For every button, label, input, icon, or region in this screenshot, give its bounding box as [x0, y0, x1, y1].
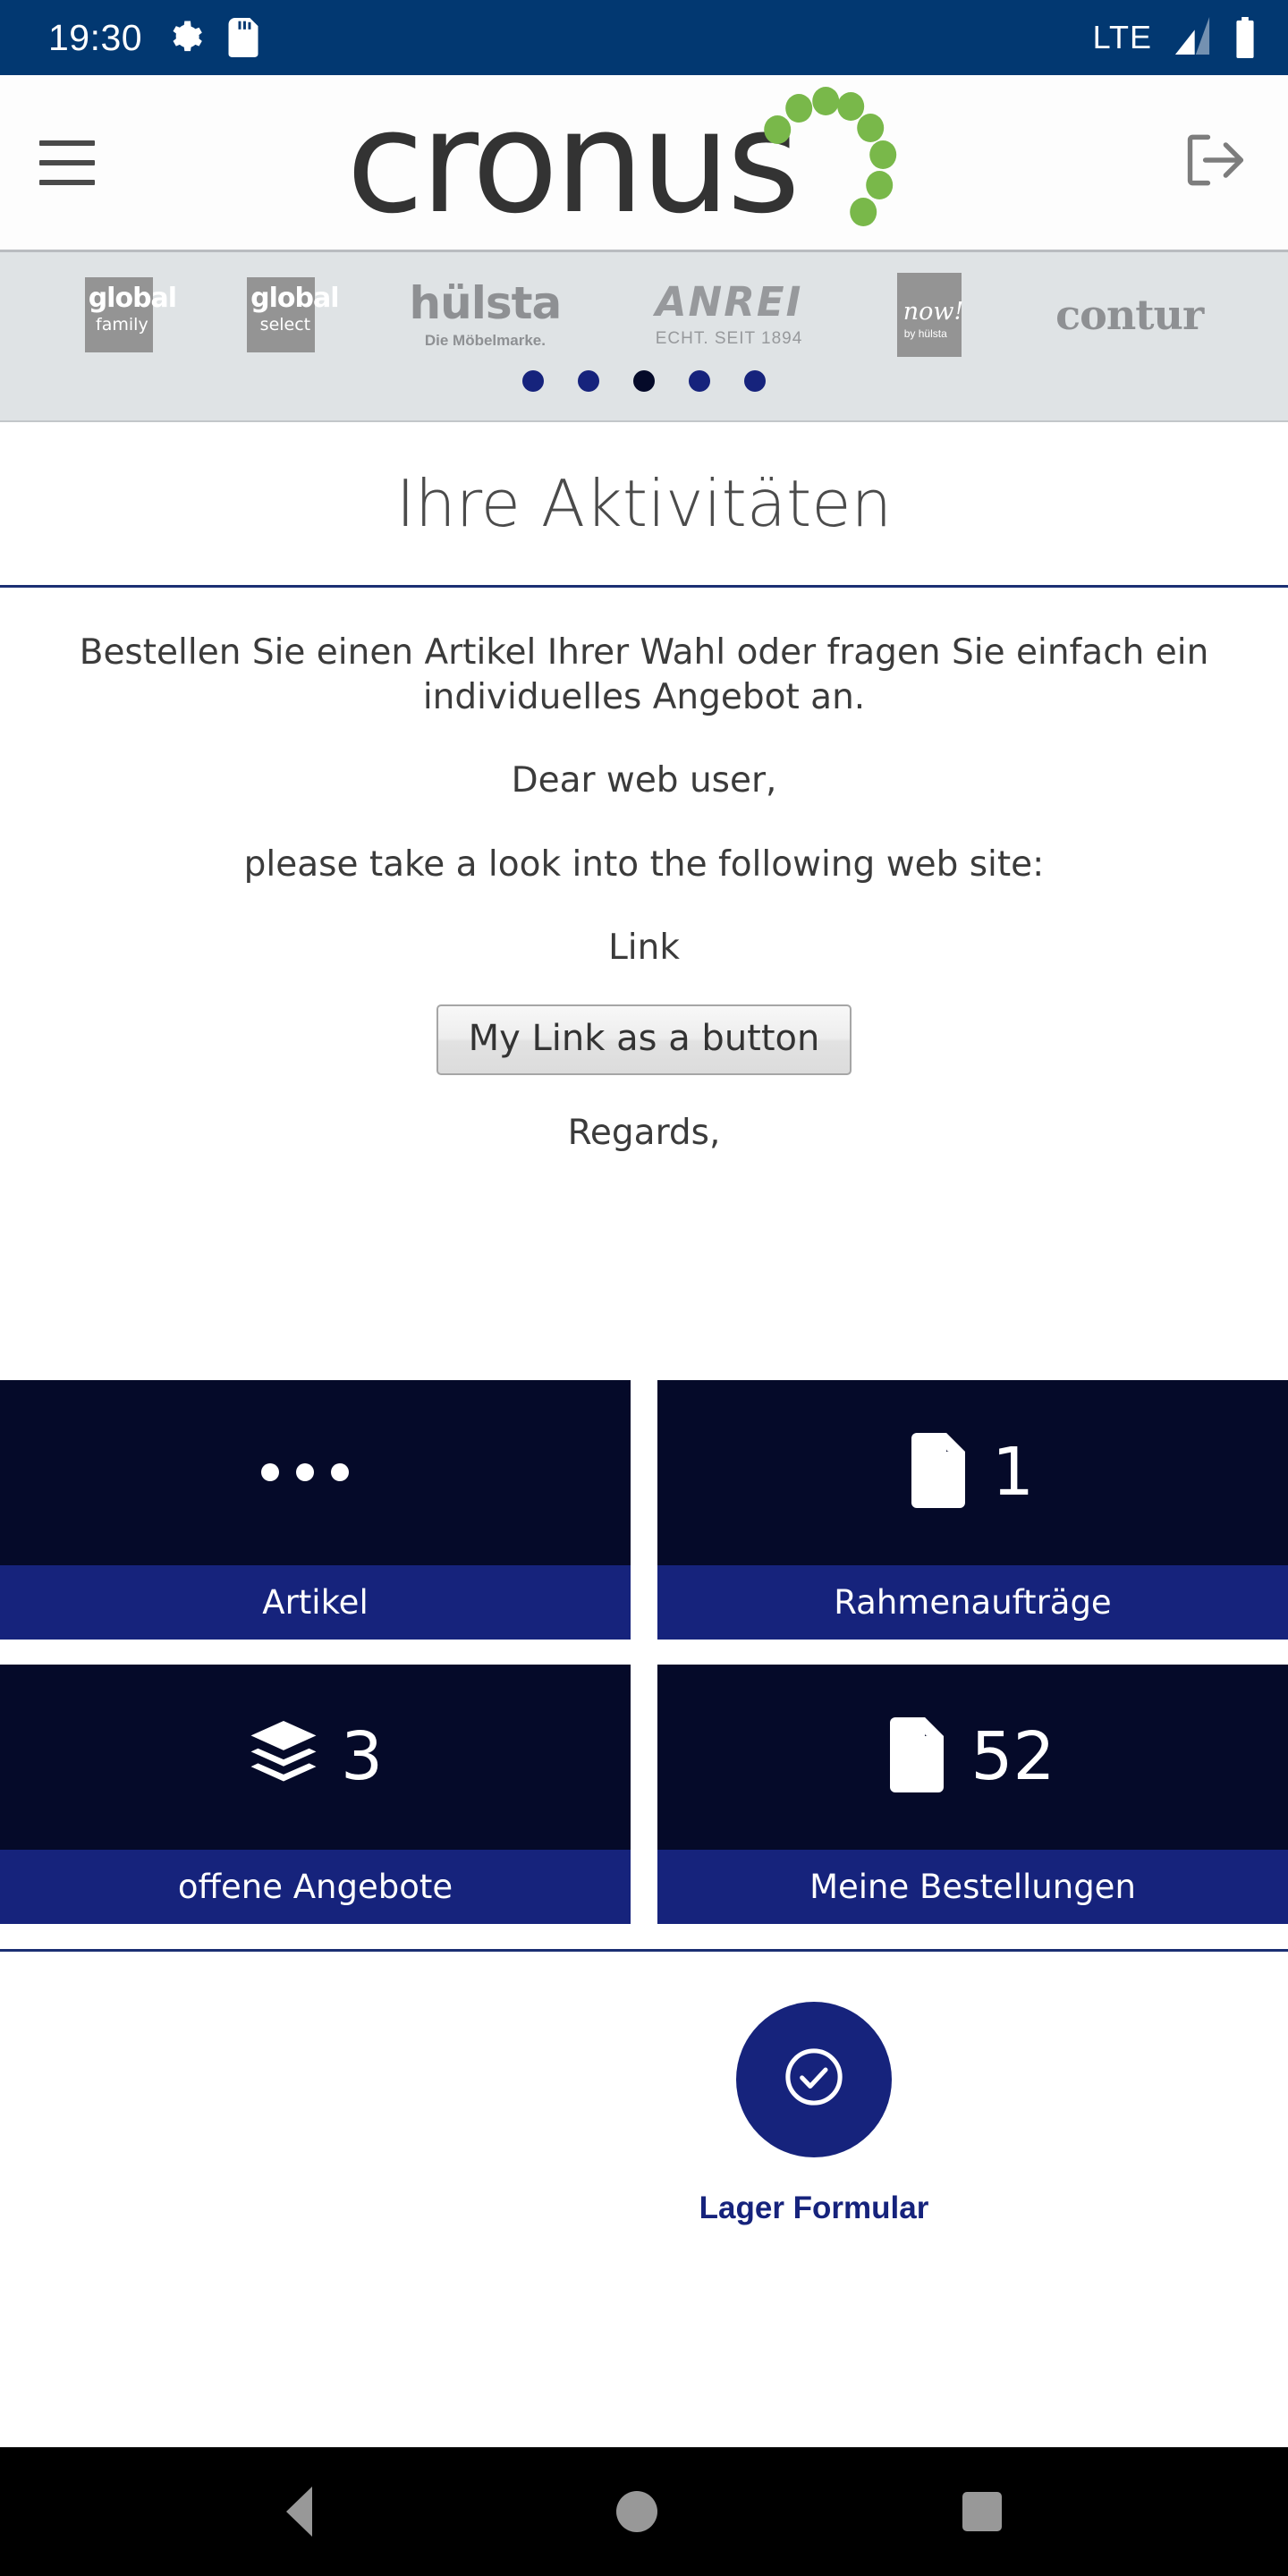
tile-count: 52	[970, 1718, 1055, 1796]
brand-logo-row: global family global select hülsta Die M…	[0, 252, 1288, 367]
brand-logo-global-select[interactable]: global select	[247, 277, 340, 352]
tile-body: 3	[0, 1664, 631, 1850]
tile-count: 3	[340, 1718, 384, 1796]
tile-offene-angebote[interactable]: 3 offene Angebote	[0, 1664, 631, 1924]
recents-icon[interactable]	[962, 2492, 1002, 2531]
status-bar-right: LTE	[1092, 16, 1258, 59]
brand-sub-text: ECHT. SEIT 1894	[655, 328, 803, 348]
action-circle[interactable]	[736, 2001, 892, 2157]
my-link-button[interactable]: My Link as a button	[436, 1004, 852, 1075]
brand-logo-now[interactable]: now! by hülsta	[896, 273, 964, 357]
brand-main-text: global	[250, 283, 339, 314]
hamburger-line	[39, 159, 95, 165]
check-circle-icon	[780, 2043, 848, 2115]
ellipsis-dot	[295, 1463, 314, 1482]
carousel-dot[interactable]	[744, 370, 766, 392]
tile-label: offene Angebote	[0, 1849, 631, 1924]
web-link[interactable]: Link	[20, 926, 1268, 970]
page-title-bar: Ihre Aktivitäten	[0, 422, 1288, 588]
intro-text: Bestellen Sie einen Artikel Ihrer Wahl o…	[79, 632, 1209, 717]
carousel-dot[interactable]	[578, 370, 599, 392]
status-clock: 19:30	[48, 16, 143, 58]
brand-main-text: contur	[1055, 291, 1204, 339]
brand-main-text: ANREI	[655, 277, 803, 326]
document-icon	[890, 1716, 949, 1797]
tile-artikel[interactable]: Artikel	[0, 1379, 631, 1640]
logo-green-arc-icon	[761, 86, 919, 245]
global-select-logo: global select	[247, 277, 340, 352]
tile-rahmenauftraege[interactable]: 1 Rahmenaufträge	[657, 1379, 1288, 1640]
carousel-dot[interactable]	[633, 370, 655, 392]
logo-wordmark: cronus	[346, 80, 801, 245]
carousel-dot[interactable]	[689, 370, 710, 392]
tile-label: Meine Bestellungen	[657, 1849, 1288, 1924]
network-type-label: LTE	[1092, 19, 1152, 55]
battery-icon	[1233, 17, 1258, 58]
status-bar-left: 19:30	[48, 17, 258, 59]
ellipsis-dot	[260, 1463, 279, 1482]
tile-body: 1	[657, 1379, 1288, 1565]
tile-label: Artikel	[0, 1564, 631, 1640]
gear-icon	[167, 20, 203, 55]
tile-body: 52	[657, 1664, 1288, 1850]
layers-icon	[248, 1720, 319, 1793]
main-content: Bestellen Sie einen Artikel Ihrer Wahl o…	[0, 588, 1288, 1380]
signoff-text: Regards,	[567, 1112, 721, 1153]
action-section: Lager Formular	[0, 1948, 1288, 2447]
sd-card-icon	[228, 18, 258, 57]
brand-main-text: now!	[902, 298, 964, 326]
logout-icon[interactable]	[1182, 131, 1249, 193]
brand-main-text: global	[88, 283, 177, 314]
brand-sub-text: select	[259, 315, 311, 335]
brand-logo-hulsta[interactable]: hülsta Die Möbelmarke.	[409, 276, 563, 350]
action-lager-formular[interactable]: Lager Formular	[662, 2001, 966, 2411]
carousel-dot[interactable]	[522, 370, 544, 392]
home-icon[interactable]	[616, 2491, 658, 2532]
back-icon[interactable]	[286, 2487, 313, 2537]
cronus-logo[interactable]: cronus	[346, 80, 919, 245]
ellipsis-icon	[260, 1463, 349, 1482]
activity-tile-grid: Artikel 1 Rahmenaufträge 3 offene Angebo…	[0, 1379, 1288, 1924]
tile-label: Rahmenaufträge	[657, 1564, 1288, 1640]
android-nav-bar	[0, 2447, 1288, 2576]
greeting-text: Dear web user,	[511, 760, 777, 801]
hamburger-icon[interactable]	[39, 140, 95, 185]
document-icon	[911, 1432, 970, 1513]
signal-icon	[1172, 16, 1213, 59]
brand-logo-anrei[interactable]: ANREI ECHT. SEIT 1894	[656, 282, 803, 349]
global-family-logo: global family	[84, 277, 177, 352]
instruction-text: please take a look into the following we…	[243, 843, 1045, 885]
action-label: Lager Formular	[699, 2190, 929, 2225]
app-screen: 19:30 LTE cronus global family global se…	[0, 0, 1288, 2576]
tile-count: 1	[991, 1434, 1035, 1512]
page-title: Ihre Aktivitäten	[395, 466, 893, 541]
status-bar: 19:30 LTE	[0, 0, 1288, 75]
brand-logo-contur[interactable]: contur	[1055, 291, 1204, 339]
brand-sub-text: Die Möbelmarke.	[424, 331, 546, 349]
brand-carousel[interactable]: global family global select hülsta Die M…	[0, 252, 1288, 422]
tile-meine-bestellungen[interactable]: 52 Meine Bestellungen	[657, 1664, 1288, 1924]
brand-main-text: hülsta	[409, 276, 563, 329]
hamburger-line	[39, 140, 95, 146]
ellipsis-dot	[330, 1463, 349, 1482]
tile-body	[0, 1379, 631, 1565]
brand-logo-global-family[interactable]: global family	[84, 277, 177, 352]
hamburger-line	[39, 179, 95, 185]
brand-sub-text: by hülsta	[903, 327, 947, 340]
app-header: cronus	[0, 75, 1288, 252]
now-logo: now! by hülsta	[896, 273, 964, 357]
carousel-pagination-dots[interactable]	[0, 370, 1288, 392]
brand-sub-text: family	[96, 315, 148, 335]
